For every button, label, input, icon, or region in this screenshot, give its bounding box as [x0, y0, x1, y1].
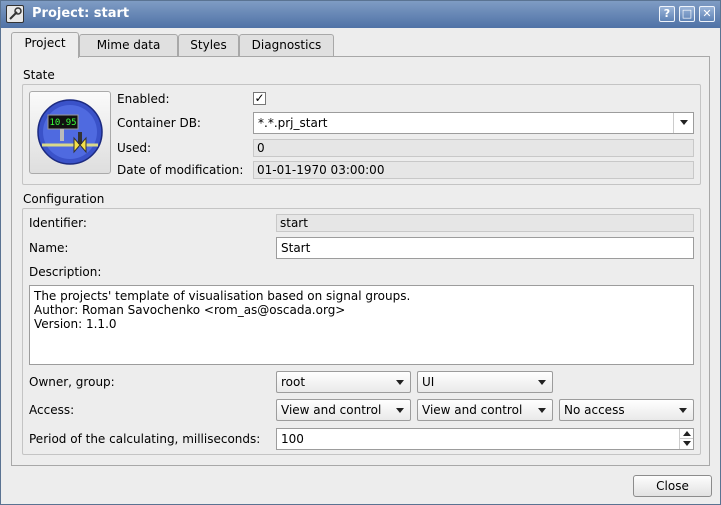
- icon-display-text: 10.95: [49, 118, 76, 128]
- description-textarea[interactable]: The projects' template of visualisation …: [29, 285, 694, 365]
- description-label: Description:: [29, 265, 102, 279]
- period-increment-button[interactable]: [679, 429, 693, 439]
- wrench-icon: [9, 7, 22, 20]
- configuration-header: Configuration: [23, 192, 105, 206]
- name-label: Name:: [29, 241, 69, 255]
- date-modification-label: Date of modification:: [117, 163, 244, 177]
- maximize-button[interactable]: □: [679, 6, 695, 22]
- help-button[interactable]: ?: [659, 6, 675, 22]
- chevron-down-icon: [396, 380, 404, 385]
- chevron-down-icon: [538, 380, 546, 385]
- name-input[interactable]: Start: [276, 237, 694, 259]
- chevron-down-icon: [538, 408, 546, 413]
- tab-project[interactable]: Project: [11, 32, 79, 58]
- access-other-select[interactable]: No access: [559, 399, 694, 421]
- project-icon-button[interactable]: 10.95: [29, 91, 111, 174]
- close-window-button[interactable]: ✕: [699, 6, 715, 22]
- arrow-down-icon: [683, 441, 691, 446]
- project-icon: 10.95: [37, 99, 103, 165]
- title-bar[interactable]: Project: start ? □ ✕: [1, 1, 720, 28]
- identifier-value: start: [276, 214, 694, 232]
- access-group-value: View and control: [422, 403, 523, 417]
- period-value: 100: [281, 432, 304, 446]
- arrow-up-icon: [683, 431, 691, 436]
- project-dialog: Project: start ? □ ✕ Project Mime data S…: [0, 0, 721, 505]
- close-button[interactable]: Close: [633, 475, 712, 497]
- tab-styles[interactable]: Styles: [178, 34, 239, 57]
- owner-select[interactable]: root: [276, 371, 411, 393]
- owner-value: root: [281, 375, 306, 389]
- chevron-down-icon: [680, 120, 688, 125]
- date-modification-value: 01-01-1970 03:00:00: [253, 161, 694, 179]
- period-spinbox[interactable]: 100: [276, 428, 694, 450]
- description-line-1: The projects' template of visualisation …: [34, 289, 411, 303]
- tab-diagnostics[interactable]: Diagnostics: [239, 34, 334, 57]
- access-user-select[interactable]: View and control: [276, 399, 411, 421]
- group-select[interactable]: UI: [417, 371, 553, 393]
- state-header: State: [23, 68, 55, 82]
- container-db-combo[interactable]: *.*.prj_start: [253, 112, 694, 134]
- chevron-down-icon: [679, 408, 687, 413]
- window-title: Project: start: [32, 6, 130, 21]
- used-value: 0: [253, 139, 694, 157]
- access-group-select[interactable]: View and control: [417, 399, 553, 421]
- used-label: Used:: [117, 141, 152, 155]
- container-db-label: Container DB:: [117, 116, 201, 130]
- tab-mime-data[interactable]: Mime data: [79, 34, 178, 57]
- description-line-3: Version: 1.1.0: [34, 317, 117, 331]
- access-other-value: No access: [564, 403, 625, 417]
- period-decrement-button[interactable]: [679, 439, 693, 449]
- description-line-2: Author: Roman Savochenko <rom_as@oscada.…: [34, 303, 346, 317]
- enabled-label: Enabled:: [117, 92, 170, 106]
- period-label: Period of the calculating, milliseconds:: [29, 432, 261, 446]
- identifier-label: Identifier:: [29, 216, 87, 230]
- access-user-value: View and control: [281, 403, 382, 417]
- container-db-value: *.*.prj_start: [258, 116, 328, 130]
- group-value: UI: [422, 375, 435, 389]
- container-db-dropdown-button[interactable]: [673, 113, 693, 133]
- access-label: Access:: [29, 403, 75, 417]
- owner-group-label: Owner, group:: [29, 375, 115, 389]
- app-icon[interactable]: [6, 5, 24, 23]
- chevron-down-icon: [396, 408, 404, 413]
- enabled-checkbox[interactable]: ✓: [253, 92, 266, 105]
